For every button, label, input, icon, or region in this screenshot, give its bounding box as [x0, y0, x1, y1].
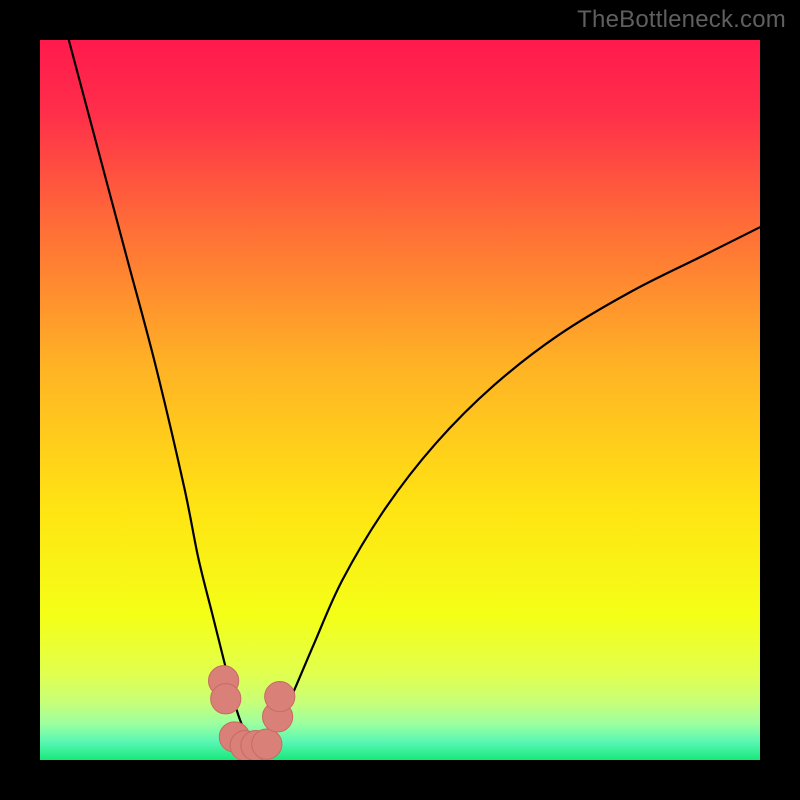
bottleneck-curve: [69, 40, 760, 747]
highlight-dot: [211, 684, 241, 714]
plot-area: [40, 40, 760, 760]
outer-frame: TheBottleneck.com: [0, 0, 800, 800]
highlight-dot: [252, 729, 282, 759]
chart-svg: [40, 40, 760, 760]
watermark-text: TheBottleneck.com: [577, 6, 786, 34]
marker-group: [208, 666, 294, 760]
highlight-dot: [265, 682, 295, 712]
